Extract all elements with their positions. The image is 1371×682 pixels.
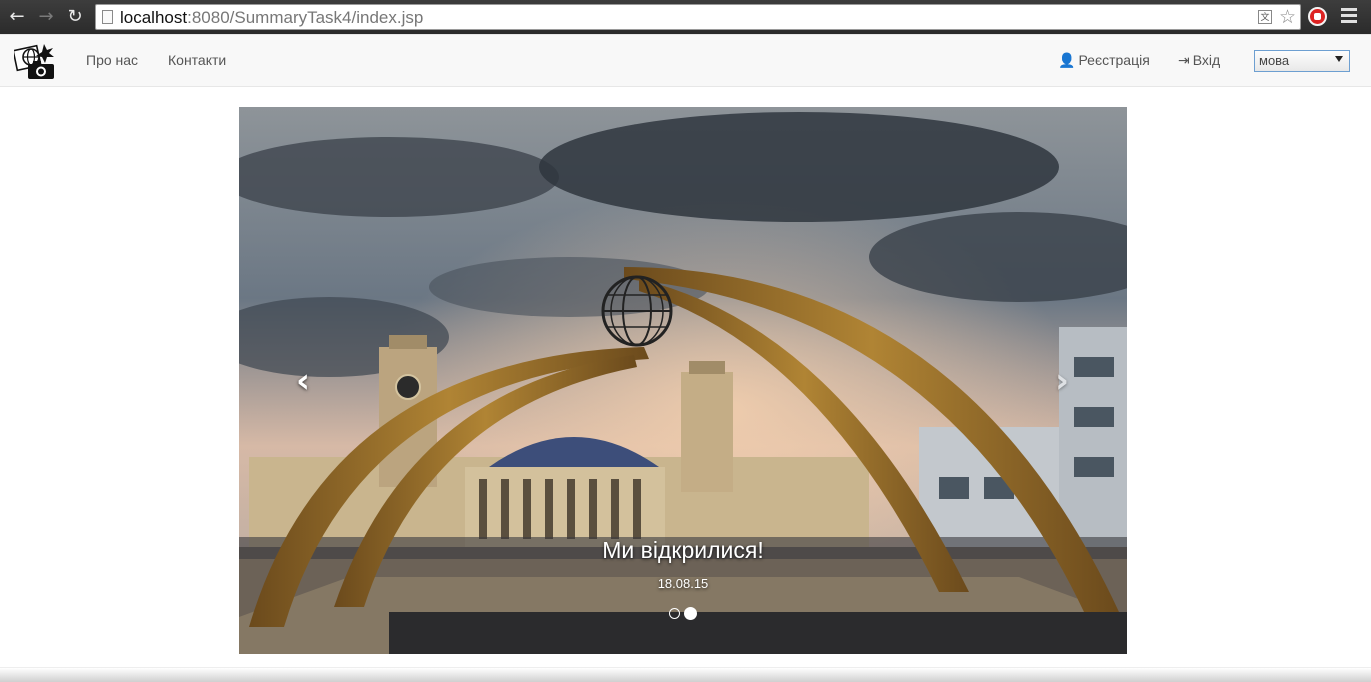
carousel-prev-button[interactable]: ‹ <box>283 361 323 401</box>
dropdown-caret-icon <box>1335 56 1343 62</box>
translate-icon[interactable]: 文 <box>1258 10 1272 24</box>
address-bar[interactable]: localhost:8080/SummaryTask4/index.jsp 文 … <box>95 4 1301 30</box>
bookmark-star-icon[interactable]: ☆ <box>1279 6 1296 28</box>
register-label: Реєстрація <box>1078 52 1150 68</box>
page-icon <box>102 10 113 24</box>
login-label: Вхід <box>1192 52 1221 68</box>
url-text[interactable]: localhost:8080/SummaryTask4/index.jsp <box>120 8 423 28</box>
nav-link-contacts[interactable]: Контакти <box>168 52 226 68</box>
register-link[interactable]: 👤 Реєстрація <box>1058 52 1150 69</box>
carousel-indicators <box>239 607 1127 620</box>
forward-button[interactable]: → <box>35 6 57 28</box>
site-navbar: Про нас Контакти 👤 Реєстрація ⇥ Вхід мова <box>0 34 1371 87</box>
carousel-indicator-active[interactable] <box>684 607 697 620</box>
site-logo-icon[interactable] <box>14 42 56 80</box>
carousel-caption-title: Ми відкрилися! <box>602 537 764 563</box>
footer-divider <box>0 667 1371 682</box>
reload-button[interactable]: ↻ <box>64 6 86 28</box>
login-link[interactable]: ⇥ Вхід <box>1178 52 1220 69</box>
carousel-indicator[interactable] <box>669 608 680 619</box>
adblock-extension-icon[interactable] <box>1308 7 1327 26</box>
carousel-caption-date: 18.08.15 <box>657 576 709 591</box>
url-host: localhost <box>120 8 188 27</box>
back-button[interactable]: ← <box>6 6 28 28</box>
login-icon: ⇥ <box>1178 53 1190 69</box>
browser-menu-icon[interactable] <box>1341 8 1357 26</box>
carousel-next-button[interactable]: › <box>1042 361 1082 401</box>
language-select[interactable]: мова <box>1254 50 1350 72</box>
carousel-slide-image <box>239 107 1127 654</box>
image-carousel: ‹ › Ми відкрилися! 18.08.15 <box>239 107 1127 654</box>
url-path: :8080/SummaryTask4/index.jsp <box>187 8 424 27</box>
user-icon: 👤 <box>1058 53 1076 69</box>
language-select-value: мова <box>1259 53 1290 68</box>
browser-toolbar: ← → ↻ localhost:8080/SummaryTask4/index.… <box>0 0 1371 34</box>
nav-link-about[interactable]: Про нас <box>86 52 138 68</box>
